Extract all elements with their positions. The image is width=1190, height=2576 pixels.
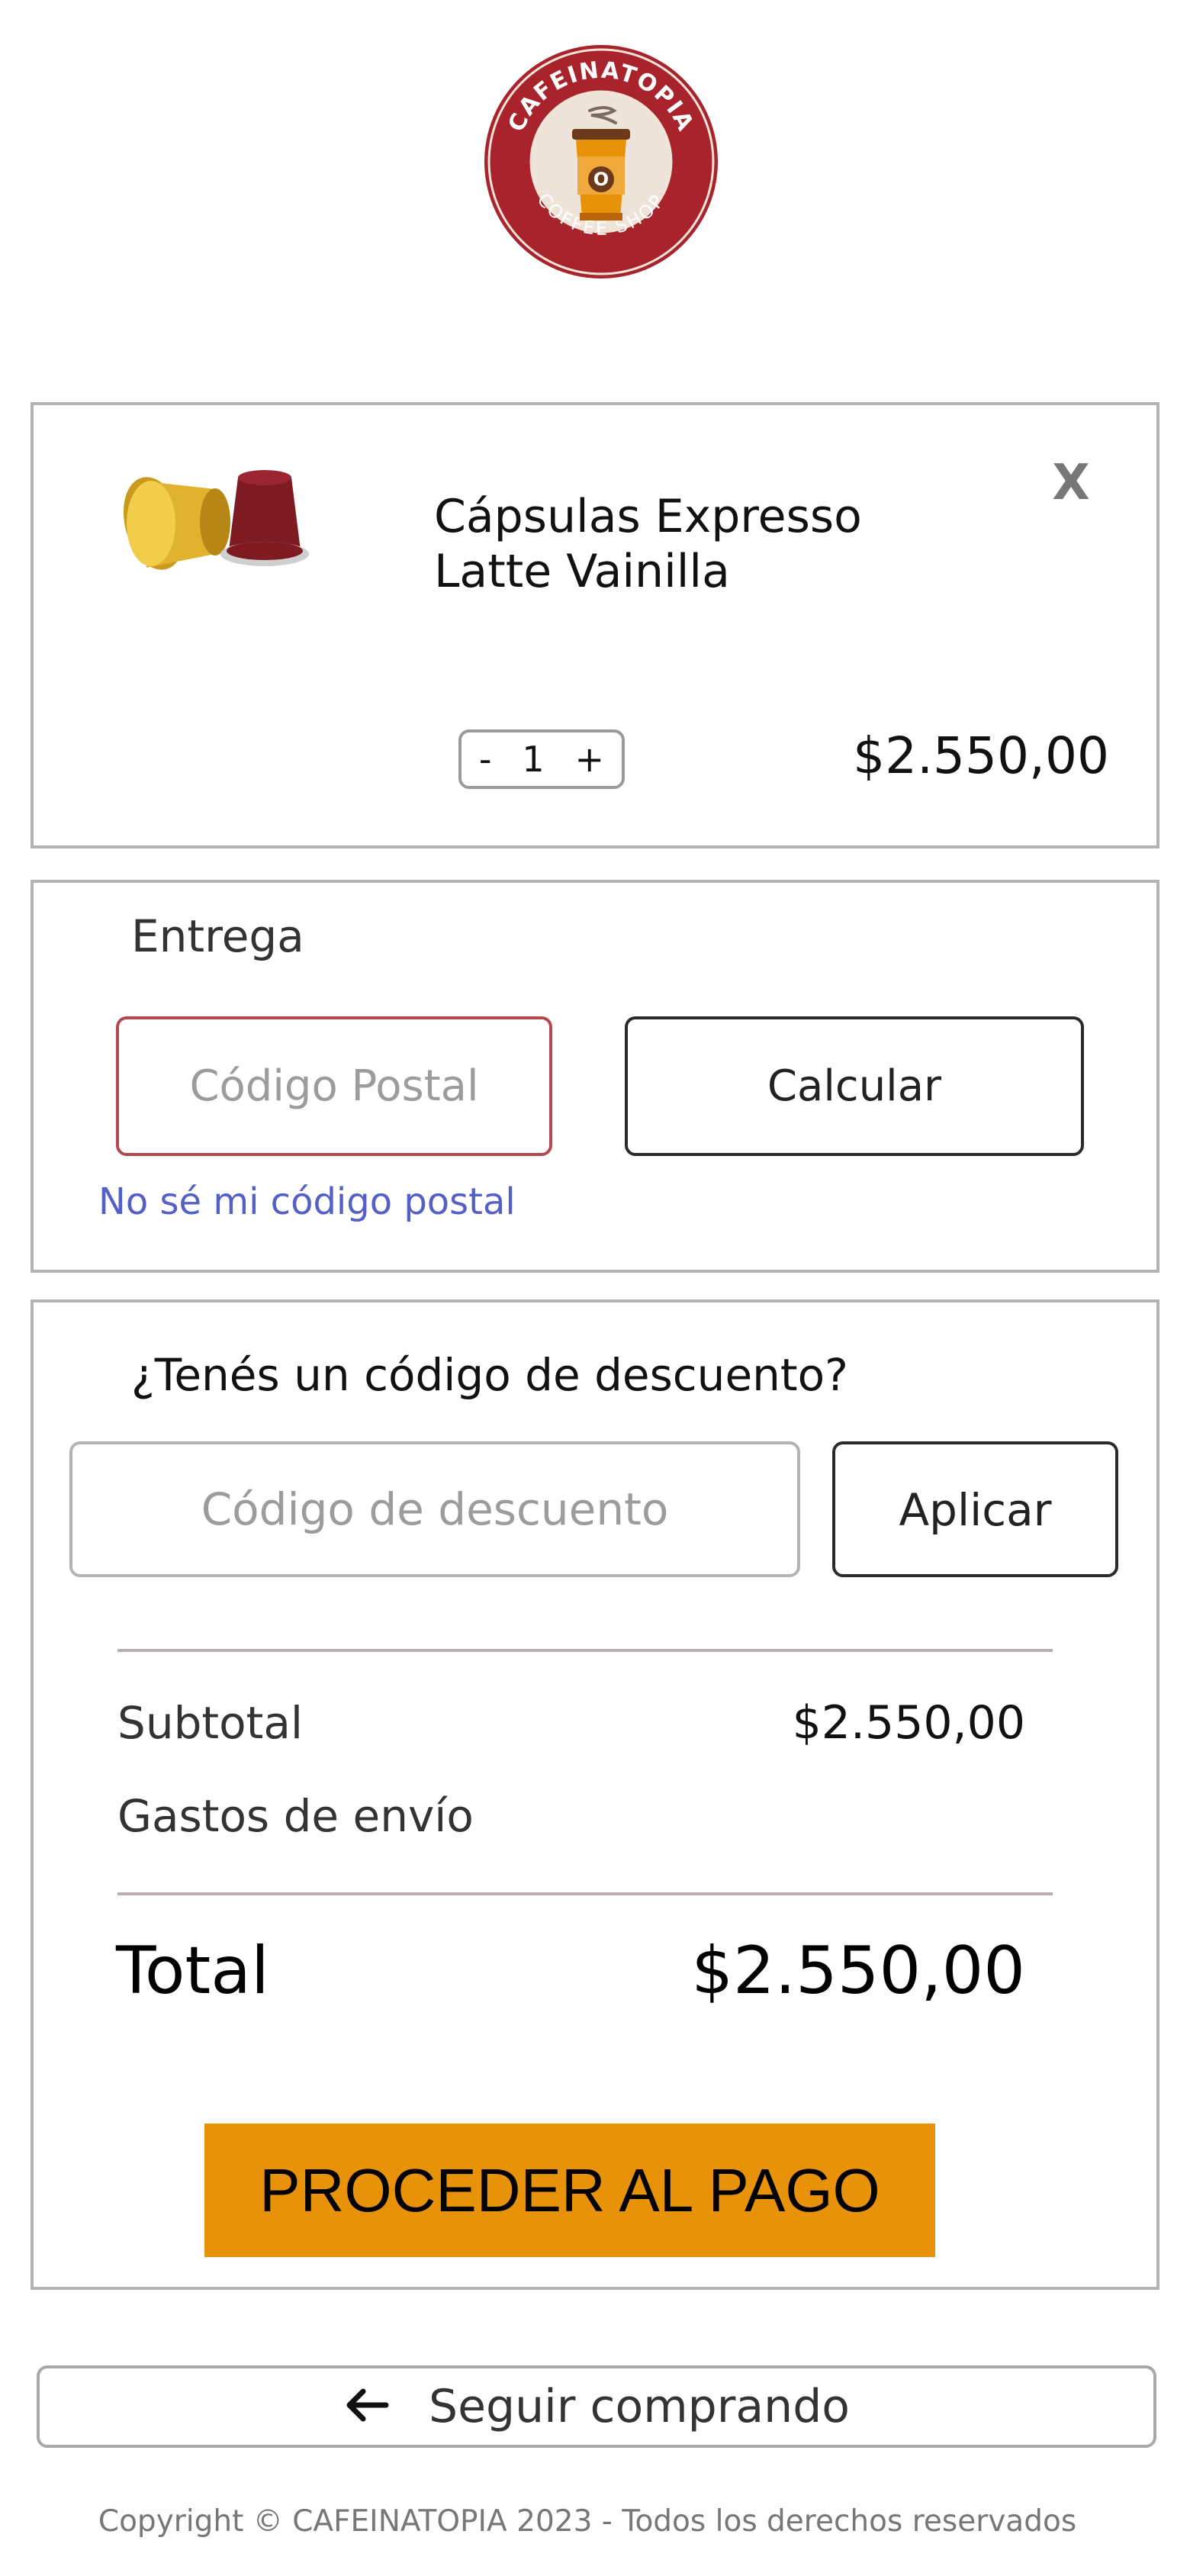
total-label: Total <box>116 1933 269 2009</box>
discount-code-input[interactable] <box>69 1441 800 1577</box>
quantity-stepper: - 1 + <box>458 729 625 789</box>
increment-button[interactable]: + <box>571 739 609 780</box>
product-name-line1: Cápsulas Expresso <box>434 490 862 543</box>
continue-shopping-label: Seguir comprando <box>428 2380 850 2433</box>
remove-item-button[interactable]: X <box>1048 452 1094 514</box>
order-summary-card: ¿Tenés un código de descuento? Aplicar S… <box>31 1299 1159 2290</box>
divider <box>117 1649 1053 1652</box>
calculate-shipping-button[interactable]: Calcular <box>625 1016 1084 1156</box>
delivery-card: Entrega Calcular No sé mi código postal <box>31 880 1159 1273</box>
coffee-capsules-image <box>101 447 345 584</box>
subtotal-value: $2.550,00 <box>792 1696 1025 1750</box>
delivery-title: Entrega <box>131 910 304 962</box>
product-price: $2.550,00 <box>853 726 1109 785</box>
subtotal-label: Subtotal <box>117 1697 304 1749</box>
shipping-cost-label: Gastos de envío <box>117 1790 474 1842</box>
quantity-value: 1 <box>522 739 545 780</box>
coffee-cup-icon: CAFEINATOPIA COFFEE SHOP O <box>484 45 718 279</box>
unknown-postal-code-link[interactable]: No sé mi código postal <box>98 1179 516 1225</box>
arrow-left-icon <box>343 2388 389 2425</box>
continue-shopping-button[interactable]: Seguir comprando <box>37 2365 1156 2448</box>
footer-copyright: Copyright © CAFEINATOPIA 2023 - Todos lo… <box>98 2504 1077 2539</box>
discount-title: ¿Tenés un código de descuento? <box>131 1349 848 1401</box>
cart-item-card: Cápsulas Expresso Latte Vainilla X - 1 +… <box>31 402 1159 848</box>
brand-logo[interactable]: CAFEINATOPIA COFFEE SHOP O <box>483 43 719 280</box>
total-value: $2.550,00 <box>691 1933 1025 2009</box>
apply-discount-button[interactable]: Aplicar <box>832 1441 1118 1577</box>
svg-text:O: O <box>593 169 609 190</box>
postal-code-input[interactable] <box>116 1016 552 1156</box>
checkout-button[interactable]: PROCEDER AL PAGO <box>204 2124 935 2257</box>
divider <box>117 1892 1053 1895</box>
product-name-line2: Latte Vainilla <box>434 545 730 598</box>
product-name: Cápsulas Expresso Latte Vainilla <box>434 489 968 599</box>
decrement-button[interactable]: - <box>474 739 497 780</box>
